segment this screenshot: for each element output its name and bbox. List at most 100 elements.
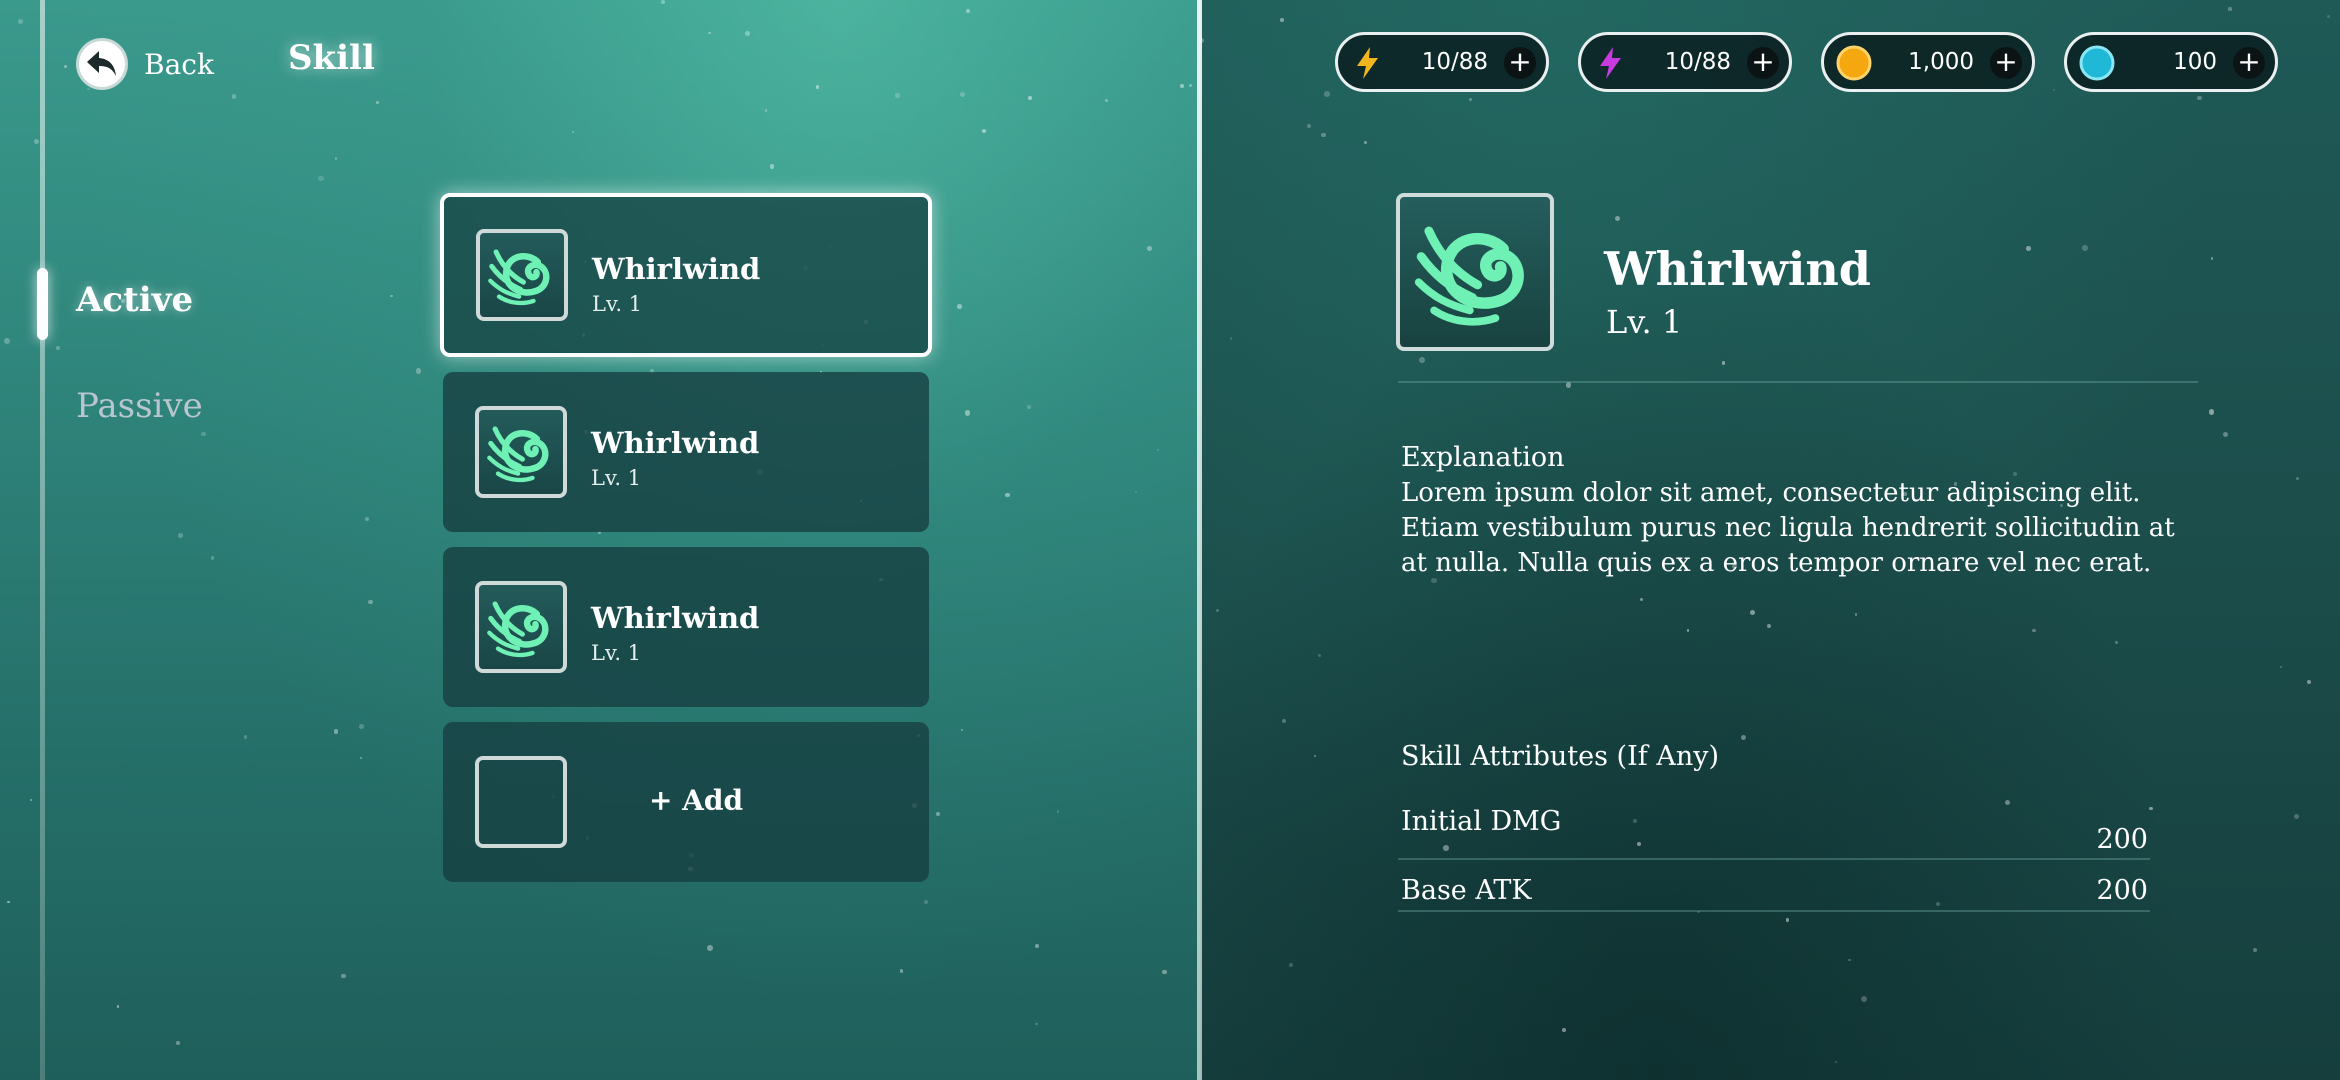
particle-speck — [359, 756, 362, 759]
particle-speck — [359, 724, 364, 729]
particle-speck — [1280, 17, 1285, 22]
particle-speck — [415, 368, 421, 374]
particle-speck — [960, 728, 963, 731]
currency-value: 10/88 — [1421, 49, 1488, 75]
particle-speck — [1034, 944, 1039, 949]
particle-speck — [1282, 718, 1286, 723]
lightning-purple-icon — [1600, 47, 1621, 79]
particle-speck — [1317, 653, 1321, 657]
particle-speck — [957, 304, 962, 309]
particle-speck — [368, 599, 373, 605]
attribute-value: 200 — [2096, 875, 2148, 906]
particle-speck — [661, 0, 665, 4]
particle-speck — [1229, 336, 1233, 340]
particle-speck — [2306, 679, 2311, 684]
tab-rail — [40, 0, 45, 1080]
particle-speck — [2197, 95, 2202, 100]
particle-speck — [1035, 1022, 1038, 1026]
particle-speck — [895, 93, 900, 98]
particle-speck — [1027, 404, 1031, 409]
whirlwind-icon — [476, 229, 568, 321]
add-skill-slot[interactable]: + Add — [443, 722, 929, 882]
particle-speck — [1324, 90, 1330, 97]
add-currency-button[interactable]: + — [1747, 47, 1779, 79]
particle-speck — [34, 139, 39, 144]
particle-speck — [2026, 245, 2031, 251]
particle-speck — [707, 944, 714, 951]
particle-speck — [17, 19, 23, 25]
particle-speck — [341, 973, 346, 979]
explanation-text: Lorem ipsum dolor sit amet, consectetur … — [1401, 478, 2175, 578]
divider — [1398, 858, 2150, 860]
skill-card[interactable]: Whirlwind Lv. 1 — [443, 547, 929, 707]
skill-name: Whirlwind — [591, 601, 760, 635]
particle-speck — [900, 969, 904, 973]
currency-pill: 1,000 + — [1821, 32, 2035, 92]
particle-speck — [201, 431, 206, 437]
add-currency-button[interactable]: + — [1504, 47, 1536, 79]
skill-level: Lv. 1 — [592, 292, 643, 316]
particle-speck — [175, 1040, 180, 1045]
panel-divider — [1197, 0, 1202, 1080]
currency-value: 10/88 — [1664, 49, 1731, 75]
particle-speck — [1632, 819, 1637, 824]
detail-skill-level: Lv. 1 — [1606, 303, 1683, 341]
attribute-label: Base ATK — [1401, 875, 1532, 906]
particle-speck — [2208, 409, 2215, 415]
currency-pill: 10/88 + — [1335, 32, 1549, 92]
particle-speck — [1104, 99, 1108, 103]
particle-speck — [376, 101, 379, 104]
particle-speck — [116, 1004, 120, 1008]
particle-speck — [769, 164, 774, 169]
particle-speck — [2228, 7, 2232, 11]
particle-speck — [1614, 215, 1620, 221]
back-arrow-icon — [76, 38, 128, 90]
particle-speck — [764, 109, 767, 112]
particle-speck — [2296, 476, 2300, 480]
particle-speck — [318, 176, 324, 182]
tab-selection-marker — [37, 268, 48, 340]
skill-level: Lv. 1 — [591, 641, 642, 665]
detail-skill-name: Whirlwind — [1604, 242, 1871, 296]
particle-speck — [6, 900, 10, 904]
left-panel-background — [0, 0, 1200, 1080]
currency-value: 100 — [2173, 49, 2217, 75]
currency-pill: 10/88 + — [1578, 32, 1792, 92]
particle-speck — [1442, 845, 1449, 852]
particle-speck — [1146, 246, 1152, 251]
currency-value: 1,000 — [1908, 49, 1974, 75]
add-currency-button[interactable]: + — [2233, 47, 2265, 79]
particle-speck — [1306, 123, 1311, 128]
explanation-title: Explanation — [1401, 442, 1565, 473]
tab-passive[interactable]: Passive — [76, 386, 203, 426]
particle-speck — [1860, 995, 1867, 1002]
whirlwind-icon — [1396, 193, 1554, 351]
divider — [1398, 910, 2150, 912]
particle-speck — [815, 85, 820, 89]
attributes-title: Skill Attributes (If Any) — [1401, 741, 1720, 772]
whirlwind-icon — [475, 581, 567, 673]
currency-pill: 100 + — [2064, 32, 2278, 92]
add-skill-button[interactable]: + Add — [443, 784, 929, 817]
skill-name: Whirlwind — [592, 252, 761, 286]
particle-speck — [1179, 84, 1184, 88]
particle-speck — [1854, 612, 1858, 616]
add-currency-button[interactable]: + — [1990, 47, 2022, 79]
skill-level: Lv. 1 — [591, 466, 642, 490]
whirlwind-icon — [475, 406, 567, 498]
particle-speck — [571, 130, 574, 133]
particle-speck — [1056, 810, 1059, 813]
attribute-label: Initial DMG — [1401, 806, 1562, 837]
particle-speck — [364, 516, 369, 521]
gem-icon — [2079, 45, 2115, 81]
back-button[interactable]: Back — [76, 36, 214, 92]
coin-icon — [1836, 45, 1872, 81]
particle-speck — [2149, 806, 2153, 811]
particle-speck — [1562, 1028, 1567, 1032]
tab-active[interactable]: Active — [76, 280, 193, 320]
skill-card[interactable]: Whirlwind Lv. 1 — [440, 193, 932, 357]
particle-speck — [2279, 666, 2282, 669]
particle-speck — [210, 555, 215, 560]
skill-card[interactable]: Whirlwind Lv. 1 — [443, 372, 929, 532]
skill-name: Whirlwind — [591, 426, 760, 460]
